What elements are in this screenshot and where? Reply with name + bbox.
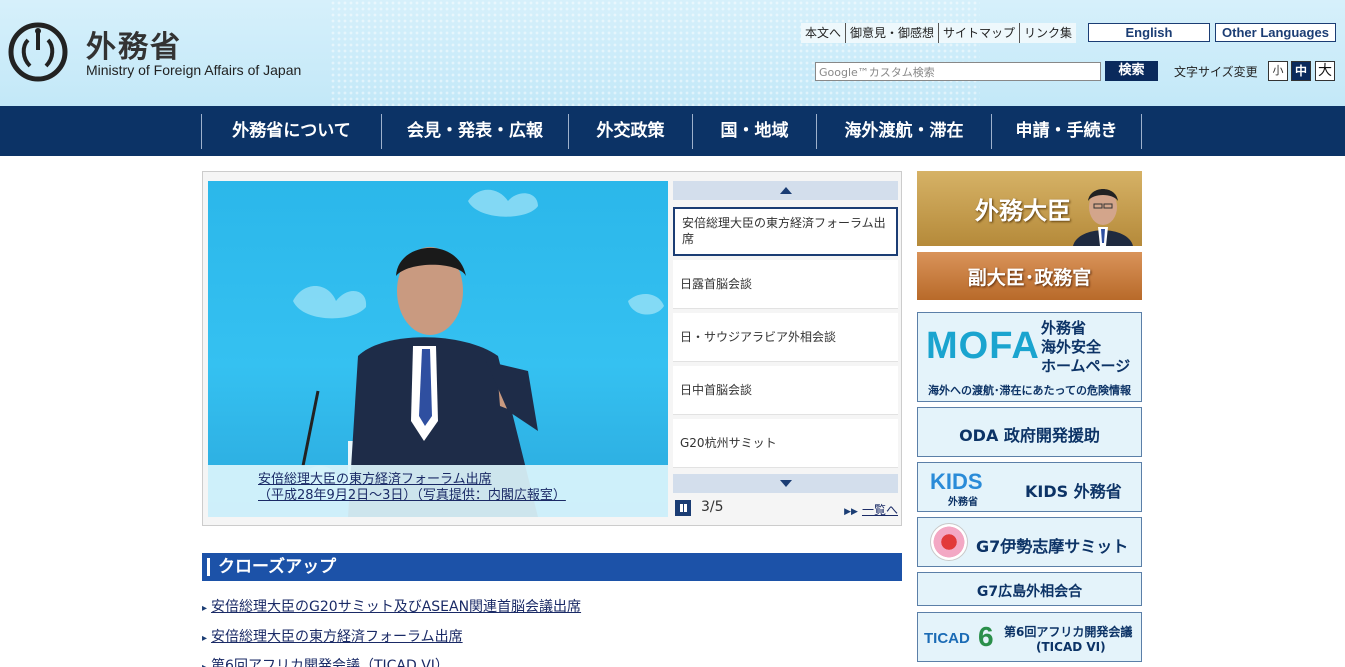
- search-input[interactable]: Google™カスタム検索: [815, 62, 1101, 81]
- site-title-ja[interactable]: 外務省: [86, 22, 182, 66]
- site-title-en[interactable]: Ministry of Foreign Affairs of Japan: [86, 62, 301, 78]
- slide-list-item-4[interactable]: 日中首脳会談: [673, 366, 898, 415]
- scroll-down-button[interactable]: [673, 474, 898, 493]
- closeup-link[interactable]: 第6回アフリカ開発会議（TICAD VI）: [211, 658, 449, 667]
- font-size-label: 文字サイズ変更: [1174, 65, 1258, 79]
- font-size-small-button[interactable]: 小: [1268, 61, 1288, 81]
- overseas-safety-title: 外務省 海外安全 ホームページ: [1041, 319, 1130, 376]
- english-button[interactable]: English: [1088, 23, 1210, 42]
- slide-list-item-5[interactable]: G20杭州サミット: [673, 419, 898, 468]
- nav-countries[interactable]: 国・地域: [692, 114, 816, 149]
- ticad-logo-icon: TICAD: [924, 630, 970, 647]
- slide-counter: 3/5: [701, 499, 724, 515]
- banner-ticad[interactable]: TICAD 6 第6回アフリカ開発会議 (TICAD VI): [917, 612, 1142, 662]
- util-link-sitemap[interactable]: サイトマップ: [939, 23, 1021, 43]
- overseas-safety-line1: 外務省: [1041, 319, 1087, 337]
- banner-minister[interactable]: 外務大臣: [917, 171, 1142, 246]
- slide-caption[interactable]: 安倍総理大臣の東方経済フォーラム出席 （平成28年9月2日〜3日）（写真提供：内…: [208, 465, 668, 517]
- nav-travel[interactable]: 海外渡航・滞在: [816, 114, 991, 149]
- global-nav: 外務省について 会見・発表・広報 外交政策 国・地域 海外渡航・滞在 申請・手続…: [0, 106, 1345, 156]
- world-map-dots: [330, 0, 980, 106]
- list-link-label[interactable]: 一覧へ: [862, 503, 898, 517]
- overseas-safety-strip: 海外への渡航･滞在にあたっての危険情報: [928, 384, 1131, 397]
- util-link-links[interactable]: リンク集: [1020, 23, 1076, 43]
- slide-image[interactable]: 安倍総理大臣の東方経済フォーラム出席 （平成28年9月2日〜3日）（写真提供：内…: [208, 181, 668, 517]
- arrow-right-icon: ▸: [202, 603, 208, 614]
- overseas-safety-line2: 海外安全: [1041, 338, 1102, 356]
- nav-policy[interactable]: 外交政策: [568, 114, 692, 149]
- banner-oda-label: ODA 政府開発援助: [959, 426, 1100, 445]
- banner-g7-hiroshima-label: G7広島外相会合: [976, 584, 1083, 600]
- scroll-up-button[interactable]: [673, 181, 898, 200]
- closeup-item[interactable]: ▸ 第6回アフリカ開発会議（TICAD VI）: [202, 655, 449, 667]
- slideshow: 安倍総理大臣の東方経済フォーラム出席 （平成28年9月2日〜3日）（写真提供：内…: [202, 171, 902, 526]
- closeup-item[interactable]: ▸ 安倍総理大臣のG20サミット及びASEAN関連首脳会議出席: [202, 596, 581, 616]
- banner-g7-ise-shima[interactable]: G7伊勢志摩サミット: [917, 517, 1142, 567]
- font-size-medium-button[interactable]: 中: [1291, 61, 1311, 81]
- banner-oda[interactable]: ODA 政府開発援助: [917, 407, 1142, 457]
- banner-vice-label: 副大臣･政務官: [967, 267, 1092, 289]
- slide-caption-credit[interactable]: （平成28年9月2日〜3日）（写真提供：内閣広報室）: [258, 488, 658, 504]
- search-button[interactable]: 検索: [1105, 61, 1158, 81]
- banner-ticad-line1: 第6回アフリカ開発会議: [1004, 625, 1133, 639]
- nav-about[interactable]: 外務省について: [201, 114, 381, 149]
- slide-list-item-2[interactable]: 日露首脳会談: [673, 260, 898, 309]
- slide-list-item-1[interactable]: 安倍総理大臣の東方経済フォーラム出席: [673, 207, 898, 256]
- banner-vice-minister[interactable]: 副大臣･政務官: [917, 252, 1142, 300]
- font-size-large-button[interactable]: 大: [1315, 61, 1335, 81]
- util-link-skip[interactable]: 本文へ: [801, 23, 847, 43]
- slide-list: 安倍総理大臣の東方経済フォーラム出席 日露首脳会談 日・サウジアラビア外相会談 …: [673, 181, 898, 493]
- triangle-up-icon: [780, 187, 792, 194]
- banner-ticad-line2: (TICAD VI): [1036, 640, 1106, 654]
- nav-press[interactable]: 会見・発表・広報: [381, 114, 568, 149]
- site-header: 外務省 Ministry of Foreign Affairs of Japan…: [0, 0, 1345, 106]
- closeup-item[interactable]: ▸ 安倍総理大臣の東方経済フォーラム出席: [202, 626, 463, 646]
- slide-list-item-3[interactable]: 日・サウジアラビア外相会談: [673, 313, 898, 362]
- closeup-link[interactable]: 安倍総理大臣の東方経済フォーラム出席: [211, 629, 463, 645]
- closeup-heading: クローズアップ: [202, 553, 902, 581]
- ticad-six-icon: 6: [978, 621, 994, 652]
- util-link-feedback[interactable]: 御意見・御感想: [846, 23, 940, 43]
- kids-logo-icon: KIDS: [930, 469, 983, 494]
- mofa-logo-icon[interactable]: [8, 22, 68, 82]
- other-languages-button[interactable]: Other Languages: [1215, 23, 1336, 42]
- g7-emblem-icon: [930, 523, 968, 561]
- double-arrow-icon: ▶▶: [844, 507, 858, 517]
- banner-kids[interactable]: KIDS 外務省 KIDS 外務省: [917, 462, 1142, 512]
- slide-controls: 3/5 ▶▶ 一覧へ: [673, 496, 898, 520]
- banner-g7-hiroshima[interactable]: G7広島外相会合: [917, 572, 1142, 606]
- nav-applications[interactable]: 申請・手続き: [991, 114, 1142, 149]
- pause-icon[interactable]: [675, 500, 691, 516]
- list-link[interactable]: ▶▶ 一覧へ: [844, 501, 898, 518]
- utility-links: 本文へ 御意見・御感想 サイトマップ リンク集: [801, 23, 1077, 43]
- banner-overseas-safety[interactable]: MOFA 外務省 海外安全 ホームページ 海外への渡航･滞在にあたっての危険情報: [917, 312, 1142, 402]
- banner-g7-ise-label: G7伊勢志摩サミット: [976, 537, 1129, 556]
- arrow-right-icon: ▸: [202, 662, 207, 667]
- arrow-right-icon: ▸: [202, 633, 208, 644]
- minister-portrait: [1073, 189, 1133, 246]
- banner-kids-label: KIDS 外務省: [1025, 482, 1122, 501]
- closeup-link[interactable]: 安倍総理大臣のG20サミット及びASEAN関連首脳会議出席: [211, 599, 581, 615]
- kids-logo-sub: 外務省: [948, 497, 978, 508]
- overseas-safety-line3: ホームページ: [1041, 357, 1131, 375]
- slide-caption-title[interactable]: 安倍総理大臣の東方経済フォーラム出席: [258, 472, 658, 488]
- banner-minister-label: 外務大臣: [975, 197, 1071, 225]
- triangle-down-icon: [780, 480, 792, 487]
- mofa-logo-text: MOFA: [926, 325, 1040, 367]
